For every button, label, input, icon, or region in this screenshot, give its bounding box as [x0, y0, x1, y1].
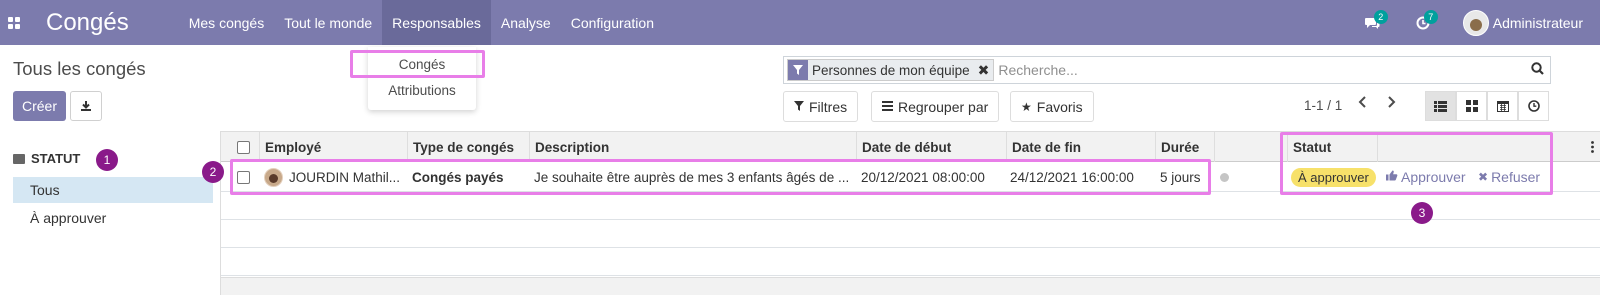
table-footer: [221, 277, 1600, 295]
app-brand[interactable]: Congés: [46, 9, 129, 37]
kanban-view-icon[interactable]: [1456, 91, 1487, 121]
menu-configuration[interactable]: Configuration: [561, 0, 664, 45]
menu-mes-conges[interactable]: Mes congés: [179, 0, 274, 45]
select-all-checkbox[interactable]: [237, 140, 250, 154]
cell-status-dot: [1220, 162, 1240, 192]
statut-section-header: STATUT: [13, 151, 80, 166]
breadcrumb-title: Tous les congés: [13, 58, 146, 79]
activities-count-badge: 7: [1423, 9, 1438, 24]
filters-label: Filtres: [809, 98, 848, 115]
row-checkbox[interactable]: [237, 170, 250, 184]
status-badge: À approuver: [1291, 167, 1376, 187]
dropdown-item-conges[interactable]: Congés: [368, 57, 476, 72]
annotation-badge-1: 1: [96, 149, 118, 171]
search-icon[interactable]: [1531, 62, 1544, 78]
empty-row: [221, 192, 1600, 220]
star-icon: ★: [1021, 99, 1032, 114]
facet-label: Personnes de mon équipe: [808, 60, 974, 80]
cell-status: À approuver: [1291, 162, 1381, 192]
header-date-fin[interactable]: Date de fin: [1006, 132, 1155, 162]
user-name[interactable]: Administrateur: [1493, 15, 1583, 31]
leaves-list-table: Employé Type de congés Description Date …: [221, 131, 1600, 295]
cell-leave-type: Congés payés: [412, 169, 504, 185]
activity-view-icon[interactable]: [1518, 91, 1549, 121]
sidebar-item-a-approuver[interactable]: À approuver: [13, 205, 213, 231]
employee-name: JOURDIN Mathil...: [289, 169, 401, 185]
sidebar-item-tous[interactable]: Tous: [13, 177, 213, 203]
menu-analyse[interactable]: Analyse: [491, 0, 561, 45]
empty-row: [221, 220, 1600, 248]
header-employe[interactable]: Employé: [259, 132, 407, 162]
filters-button[interactable]: Filtres: [783, 91, 859, 122]
table-header-row: Employé Type de congés Description Date …: [221, 131, 1600, 162]
create-button[interactable]: Créer: [13, 91, 66, 121]
select-all-cell: [221, 132, 259, 162]
menu-tout-le-monde[interactable]: Tout le monde: [274, 0, 382, 45]
favorites-label: Favoris: [1036, 98, 1083, 115]
cell-date-to: 24/12/2021 16:00:00: [1010, 169, 1134, 185]
apps-menu-icon[interactable]: [0, 0, 28, 45]
thumbs-up-icon: [1386, 170, 1398, 184]
download-icon: [81, 101, 91, 111]
menu-responsables[interactable]: Responsables: [382, 0, 491, 45]
activities-clock-icon[interactable]: 7: [1413, 9, 1438, 33]
annotation-badge-3: 3: [1411, 202, 1433, 224]
refuse-label: Refuser: [1491, 169, 1541, 185]
header-statut[interactable]: Statut: [1287, 132, 1377, 162]
list-bars-icon: [882, 100, 893, 114]
pager-previous-icon[interactable]: [1358, 95, 1368, 113]
table-row[interactable]: JOURDIN Mathil... Congés payés Je souhai…: [221, 162, 1600, 192]
cross-icon: ✖: [1478, 170, 1489, 184]
approve-label: Approuver: [1401, 169, 1466, 185]
user-avatar[interactable]: [1462, 9, 1489, 36]
facet-remove-icon[interactable]: ✖: [973, 60, 994, 80]
groupby-label: Regrouper par: [898, 98, 989, 115]
status-dot-icon: [1220, 172, 1229, 182]
filter-icon: [794, 100, 804, 114]
filter-icon: [788, 60, 808, 80]
annotation-badge-2: 2: [202, 161, 224, 183]
approve-button[interactable]: Approuver: [1386, 162, 1466, 192]
refuse-button[interactable]: ✖ Refuser: [1478, 162, 1548, 192]
row-select-cell: [237, 162, 250, 192]
employee-avatar: [264, 167, 283, 187]
top-navbar: Congés Mes congés Tout le monde Responsa…: [0, 0, 1600, 45]
folder-icon: [13, 153, 25, 164]
header-type-conges[interactable]: Type de congés: [407, 132, 529, 162]
pager-next-icon[interactable]: [1386, 95, 1396, 113]
header-date-debut[interactable]: Date de début: [856, 132, 1006, 162]
header-actions: [1377, 132, 1557, 162]
header-description[interactable]: Description: [529, 132, 856, 162]
optional-columns-icon[interactable]: [1557, 132, 1600, 162]
dropdown-item-attributions[interactable]: Attributions: [368, 83, 476, 98]
search-bar[interactable]: Personnes de mon équipe ✖: [783, 56, 1551, 84]
responsables-dropdown: Congés Attributions: [368, 47, 476, 110]
favorites-button[interactable]: ★ Favoris: [1010, 91, 1094, 122]
groupby-button[interactable]: Regrouper par: [871, 91, 1000, 122]
download-button[interactable]: [70, 91, 102, 121]
empty-row: [221, 248, 1600, 276]
pager-value[interactable]: 1-1 / 1: [1304, 98, 1342, 113]
search-input[interactable]: [998, 62, 1519, 78]
messages-icon[interactable]: 2: [1363, 9, 1388, 33]
header-duree[interactable]: Durée: [1155, 132, 1214, 162]
calendar-view-icon[interactable]: [1487, 91, 1518, 121]
list-view-icon[interactable]: [1425, 91, 1456, 121]
cell-duration: 5 jours: [1160, 169, 1201, 185]
statut-label: STATUT: [31, 151, 81, 166]
search-facet: Personnes de mon équipe ✖: [787, 59, 995, 81]
cell-date-from: 20/12/2021 08:00:00: [861, 169, 985, 185]
cell-description: Je souhaite être auprès de mes 3 enfants…: [534, 169, 850, 185]
cell-employee: JOURDIN Mathil...: [264, 162, 406, 192]
messages-count-badge: 2: [1373, 9, 1388, 24]
header-spacer: [1214, 132, 1287, 162]
